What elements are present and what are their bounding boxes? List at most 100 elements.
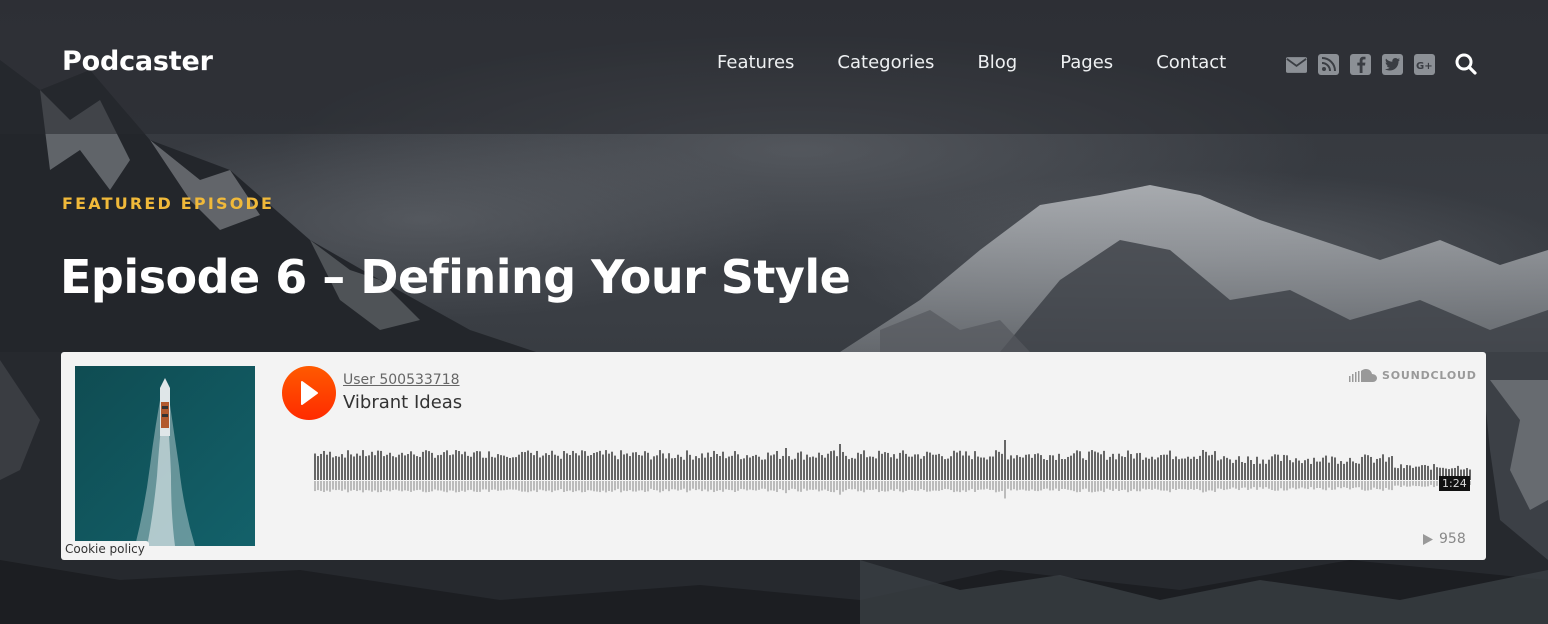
track-artwork[interactable] <box>75 366 255 546</box>
waveform-bar <box>446 450 448 480</box>
facebook-icon[interactable] <box>1350 54 1371 75</box>
waveform-reflection <box>1265 481 1267 488</box>
waveform-reflection <box>944 481 946 489</box>
site-logo[interactable]: Podcaster <box>62 46 213 77</box>
waveform-bar <box>1427 465 1429 480</box>
waveform-reflection <box>479 481 481 492</box>
nav-item-categories[interactable]: Categories <box>837 52 934 73</box>
waveform-bar <box>590 455 592 480</box>
waveform-reflection <box>1187 481 1189 490</box>
nav-item-blog[interactable]: Blog <box>977 52 1017 73</box>
waveform-reflection <box>1241 481 1243 488</box>
site-header: Podcaster Features Categories Blog Pages… <box>0 0 1548 134</box>
rss-icon[interactable] <box>1318 54 1339 75</box>
waveform-reflection <box>785 481 787 494</box>
nav-item-features[interactable]: Features <box>717 52 794 73</box>
waveform-bar <box>1307 458 1309 480</box>
search-icon[interactable] <box>1454 52 1478 76</box>
waveform-bar <box>575 453 577 480</box>
waveform-reflection <box>449 481 451 491</box>
waveform-bar <box>1223 456 1225 480</box>
waveform-reflection <box>1250 481 1252 489</box>
waveform-bar <box>1016 455 1018 480</box>
google-plus-icon[interactable]: G+ <box>1414 54 1435 75</box>
waveform-reflection <box>1019 481 1021 490</box>
waveform-reflection <box>1100 481 1102 491</box>
waveform-reflection <box>1070 481 1072 491</box>
waveform-bar <box>809 457 811 480</box>
waveform-bar <box>743 458 745 480</box>
waveform-reflection <box>854 481 856 490</box>
waveform-reflection <box>719 481 721 491</box>
waveform-bar <box>425 450 427 480</box>
waveform-bar <box>452 454 454 480</box>
waveform-bar <box>581 450 583 480</box>
waveform-bar <box>515 457 517 480</box>
waveform-reflection <box>908 481 910 490</box>
waveform-reflection <box>830 481 832 492</box>
waveform-bar <box>1049 455 1051 480</box>
waveform-reflection <box>1067 481 1069 490</box>
waveform-bar <box>764 459 766 480</box>
waveform-reflection <box>1127 481 1129 493</box>
waveform-bar <box>377 450 379 480</box>
waveform-reflection <box>629 481 631 491</box>
waveform-bar <box>1316 461 1318 480</box>
track-title[interactable]: Vibrant Ideas <box>343 392 462 413</box>
waveform-reflection <box>368 481 370 491</box>
waveform-bar <box>470 456 472 480</box>
waveform-reflection <box>431 481 433 492</box>
waveform-bar <box>533 455 535 480</box>
waveform-bar <box>1289 460 1291 480</box>
cookie-policy-link[interactable]: Cookie policy <box>62 541 149 557</box>
waveform-bar <box>962 455 964 480</box>
waveform-bar <box>524 452 526 480</box>
waveform-reflection <box>608 481 610 492</box>
waveform-reflection <box>356 481 358 492</box>
waveform-reflection <box>1055 481 1057 489</box>
waveform-bar <box>1046 459 1048 480</box>
waveform-reflection <box>1328 481 1330 488</box>
waveform-bar <box>923 456 925 480</box>
waveform-bar <box>629 456 631 480</box>
track-uploader-link[interactable]: User 500533718 <box>343 372 460 388</box>
waveform-bar <box>323 450 325 480</box>
waveform-bar <box>1205 451 1207 480</box>
envelope-icon[interactable] <box>1286 54 1307 75</box>
waveform-bar <box>398 454 400 480</box>
waveform-bar <box>599 450 601 480</box>
waveform-reflection <box>1313 481 1315 490</box>
waveform-bar <box>635 452 637 480</box>
waveform-bar <box>587 455 589 480</box>
waveform-reflection <box>1232 481 1234 488</box>
waveform-reflection <box>332 481 334 490</box>
waveform[interactable] <box>314 440 1474 512</box>
waveform-bar <box>1394 467 1396 480</box>
episode-title[interactable]: Episode 6 – Defining Your Style <box>60 250 851 304</box>
waveform-bar <box>1082 458 1084 480</box>
waveform-reflection <box>1181 481 1183 490</box>
waveform-bar <box>899 452 901 480</box>
waveform-reflection <box>653 481 655 491</box>
waveform-reflection <box>593 481 595 492</box>
nav-item-pages[interactable]: Pages <box>1060 52 1113 73</box>
waveform-reflection <box>1103 481 1105 493</box>
twitter-icon[interactable] <box>1382 54 1403 75</box>
waveform-reflection <box>1271 481 1273 490</box>
soundcloud-logo[interactable]: SOUNDCLOUD <box>1349 369 1477 382</box>
main-nav: Features Categories Blog Pages Contact <box>717 52 1226 73</box>
waveform-reflection <box>1115 481 1117 489</box>
waveform-reflection <box>377 481 379 493</box>
waveform-bar <box>896 458 898 480</box>
waveform-bar <box>803 459 805 480</box>
waveform-bar <box>572 450 574 480</box>
waveform-bar <box>497 454 499 480</box>
waveform-reflection <box>1205 481 1207 492</box>
waveform-bar <box>1103 450 1105 480</box>
waveform-bar <box>1331 456 1333 480</box>
waveform-reflection <box>686 481 688 493</box>
play-button[interactable] <box>282 366 336 420</box>
nav-item-contact[interactable]: Contact <box>1156 52 1226 73</box>
waveform-reflection <box>1148 481 1150 490</box>
waveform-bar <box>380 450 382 480</box>
